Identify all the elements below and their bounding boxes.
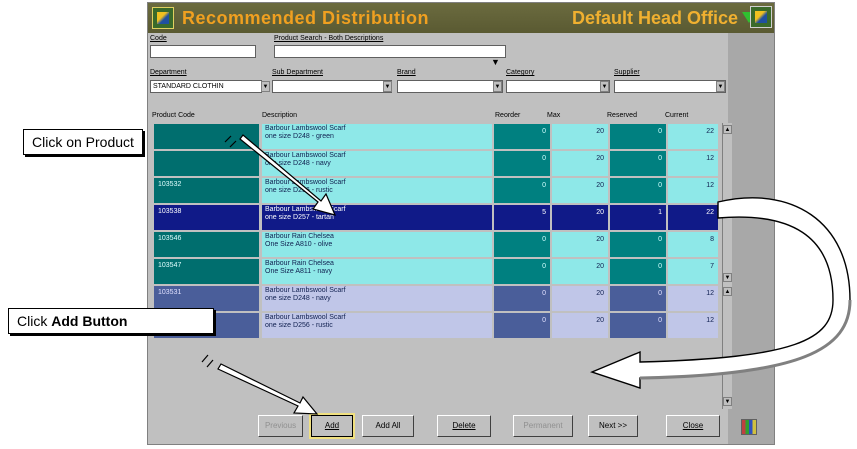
arrow-to-add-button-icon bbox=[201, 354, 319, 415]
arrow-to-product-icon bbox=[224, 134, 337, 216]
curved-arrow-icon bbox=[590, 197, 852, 389]
annotation-arrows bbox=[201, 134, 852, 415]
